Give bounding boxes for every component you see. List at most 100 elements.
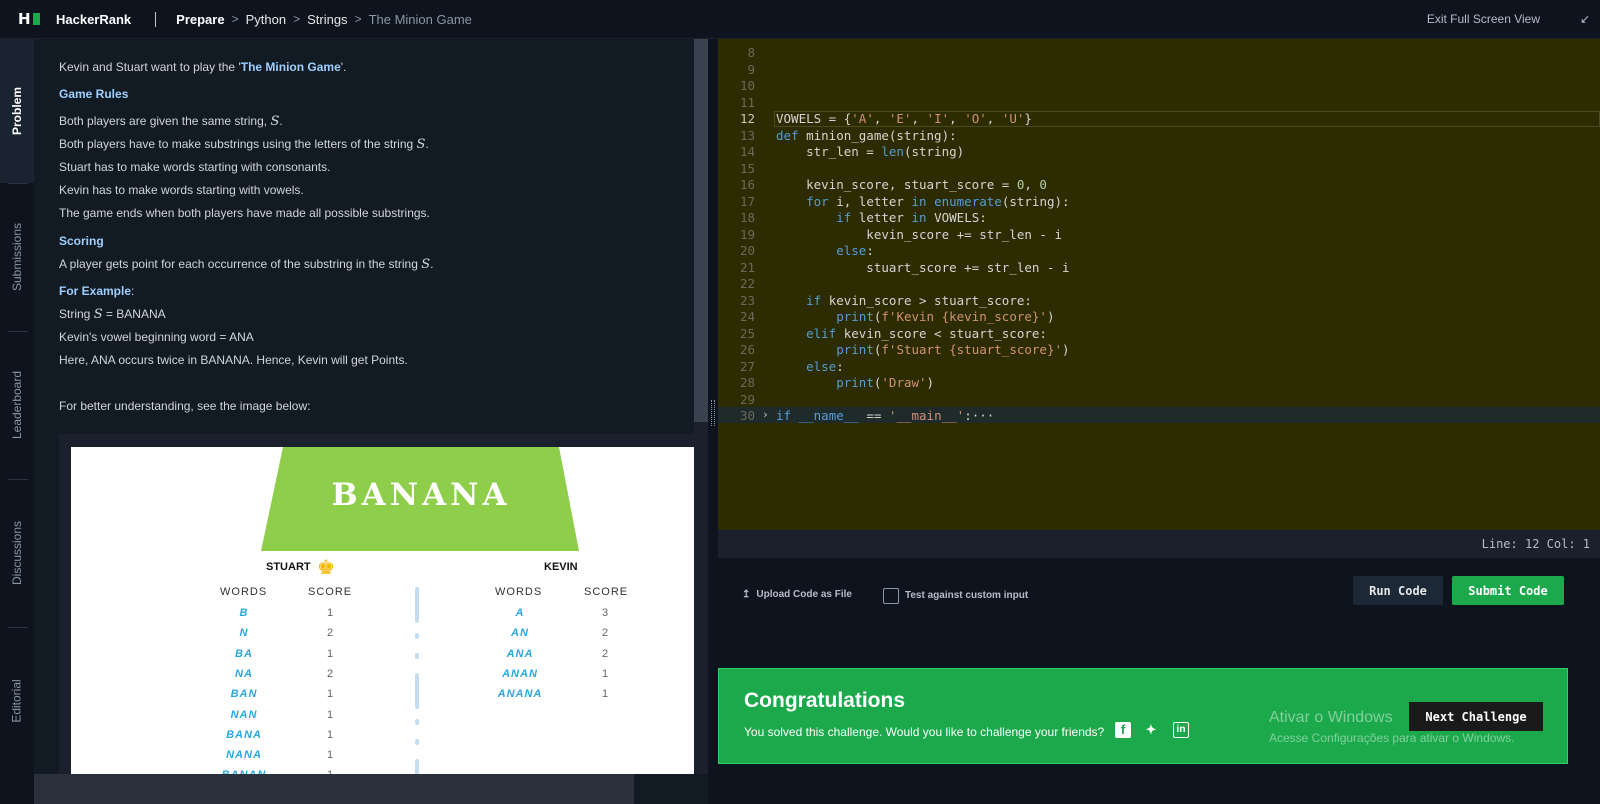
tab-editorial[interactable]: Editorial xyxy=(0,633,34,769)
brand-name[interactable]: HackerRank xyxy=(56,12,131,27)
code-line[interactable]: 20 else: xyxy=(718,243,1600,260)
next-challenge-button[interactable]: Next Challenge xyxy=(1409,702,1543,731)
line-number: 28 xyxy=(739,375,755,390)
upload-code-button[interactable]: ↥ Upload Code as File xyxy=(742,589,852,600)
kevin-score: 2 xyxy=(601,647,609,660)
code-text: VOWELS = {'A', 'E', 'I', 'O', 'U'} xyxy=(776,111,1032,126)
example-string: String S = BANANA xyxy=(59,307,166,322)
line-number: 13 xyxy=(739,127,755,143)
run-code-button[interactable]: Run Code xyxy=(1353,576,1443,605)
example-kevin: Kevin's vowel beginning word = ANA xyxy=(59,330,254,344)
code-text: if __name__ == '__main__':··· xyxy=(776,408,995,423)
rule-4: Kevin has to make words starting with vo… xyxy=(59,183,304,197)
kevin-score: 2 xyxy=(601,627,609,640)
line-number: 11 xyxy=(739,94,755,110)
windows-watermark-title: Ativar o Windows xyxy=(1269,709,1393,726)
twitter-icon[interactable]: ✦ xyxy=(1143,722,1159,738)
problem-scrollbar-thumb[interactable] xyxy=(694,39,708,422)
banana-word: BANANA xyxy=(331,477,511,513)
tab-label: Editorial xyxy=(10,679,25,723)
kevin-words-header: WORDS xyxy=(495,586,543,598)
intro-link[interactable]: The Minion Game xyxy=(241,60,341,74)
exit-fullscreen-button[interactable]: Exit Full Screen View xyxy=(1427,12,1540,26)
stuart-score: 2 xyxy=(326,667,334,680)
collapse-icon[interactable]: ↙ xyxy=(1580,12,1590,26)
code-line[interactable]: 14 str_len = len(string) xyxy=(718,144,1600,161)
hackerrank-logo[interactable]: H xyxy=(18,10,40,28)
stuart-word: BA xyxy=(235,647,253,660)
kevin-score: 3 xyxy=(601,607,609,619)
code-line[interactable]: 22 xyxy=(718,276,1600,293)
fold-chevron-icon[interactable]: › xyxy=(762,408,769,421)
code-line[interactable]: 24 print(f'Kevin {kevin_score}') xyxy=(718,309,1600,326)
breadcrumb-prepare[interactable]: Prepare xyxy=(176,12,224,27)
horizontal-scrollbar-thumb[interactable] xyxy=(34,774,634,804)
rule-1: Both players are given the same string, … xyxy=(59,114,283,129)
code-line[interactable]: 10 xyxy=(718,78,1600,95)
tab-leaderboard[interactable]: Leaderboard xyxy=(0,337,34,473)
code-text: if letter in VOWELS: xyxy=(836,210,987,225)
facebook-icon[interactable]: f xyxy=(1115,722,1131,738)
math-s: S xyxy=(421,257,431,272)
code-line[interactable]: 9 xyxy=(718,62,1600,79)
code-line[interactable]: 12 VOWELS = {'A', 'E', 'I', 'O', 'U'} xyxy=(718,111,1600,128)
stuart-score: 1 xyxy=(326,728,334,741)
stuart-label: STUART xyxy=(266,561,311,573)
code-line[interactable]: 8 xyxy=(718,45,1600,62)
line-number: 19 xyxy=(739,226,755,242)
windows-watermark-text: Acesse Configurações para ativar o Windo… xyxy=(1269,731,1515,745)
code-text: def minion_game(string): xyxy=(776,127,957,143)
drag-handle-icon[interactable] xyxy=(711,400,715,426)
code-line[interactable]: 19 kevin_score += str_len - i xyxy=(718,227,1600,244)
code-text: print(f'Kevin {kevin_score}') xyxy=(836,309,1055,324)
code-line[interactable]: 16 kevin_score, stuart_score = 0, 0 xyxy=(718,177,1600,194)
example-heading-text: For Example xyxy=(59,284,132,298)
line-number: 14 xyxy=(739,144,755,159)
code-line[interactable]: 15 xyxy=(718,161,1600,178)
tab-problem[interactable]: Problem xyxy=(0,39,34,183)
math-s: S xyxy=(416,137,426,152)
submit-code-button[interactable]: Submit Code xyxy=(1452,576,1564,605)
breadcrumb-strings[interactable]: Strings xyxy=(307,12,347,27)
stuart-word: BAN xyxy=(230,688,258,701)
code-line[interactable]: 28 print('Draw') xyxy=(718,375,1600,392)
rule-text: Both players are given the same string, xyxy=(59,114,271,128)
code-text: else: xyxy=(836,243,874,258)
custom-input-checkbox[interactable] xyxy=(883,588,899,604)
stuart-score: 1 xyxy=(326,688,334,701)
kevin-word: AN xyxy=(511,627,529,640)
code-text: print('Draw') xyxy=(836,375,935,390)
tab-discussions[interactable]: Discussions xyxy=(0,485,34,621)
kevin-score: 1 xyxy=(601,667,609,680)
code-line[interactable]: 29 xyxy=(718,392,1600,409)
stuart-word: NA xyxy=(235,667,253,680)
code-line[interactable]: 23 if kevin_score > stuart_score: xyxy=(718,293,1600,310)
example-explanation: Here, ANA occurs twice in BANANA. Hence,… xyxy=(59,353,408,367)
example-post: = BANANA xyxy=(102,307,166,321)
code-line[interactable]: 11 xyxy=(718,95,1600,112)
example-twice-post: Points. xyxy=(371,353,408,367)
custom-input-label[interactable]: Test against custom input xyxy=(905,590,1028,601)
rule-3: Stuart has to make words starting with c… xyxy=(59,160,331,174)
code-line[interactable]: 13 def minion_game(string): xyxy=(718,128,1600,145)
code-editor[interactable]: 8 9 10 11 12 VOWELS = {'A', 'E', 'I', 'O', 'U… xyxy=(718,39,1600,530)
code-line[interactable]: 26 print(f'Stuart {stuart_score}') xyxy=(718,342,1600,359)
code-line[interactable]: 21 stuart_score += str_len - i xyxy=(718,260,1600,277)
code-line[interactable]: 17 for i, letter in enumerate(string): xyxy=(718,194,1600,211)
scoring-heading: Scoring xyxy=(59,234,104,248)
code-line[interactable]: 18 if letter in VOWELS: xyxy=(718,210,1600,227)
code-line[interactable]: 27 else: xyxy=(718,359,1600,376)
code-text: str_len = len(string) xyxy=(776,144,965,159)
separator xyxy=(155,11,157,27)
kevin-score: 1 xyxy=(601,688,609,701)
stuart-words-header: WORDS xyxy=(220,586,268,598)
breadcrumb-python[interactable]: Python xyxy=(246,12,286,27)
code-line[interactable]: 30 if __name__ == '__main__':··· › xyxy=(718,408,1600,425)
trophy-icon: ♚ xyxy=(317,557,335,579)
banana-illustration: BANANA STUART ♚ KEVIN WORDS SCORE WORDS … xyxy=(71,447,694,774)
tab-submissions[interactable]: Submissions xyxy=(0,189,34,325)
problem-scrollbar-track[interactable] xyxy=(694,422,708,774)
code-line[interactable]: 25 elif kevin_score < stuart_score: xyxy=(718,326,1600,343)
linkedin-icon[interactable]: in xyxy=(1173,722,1189,738)
line-number: 10 xyxy=(739,78,755,93)
